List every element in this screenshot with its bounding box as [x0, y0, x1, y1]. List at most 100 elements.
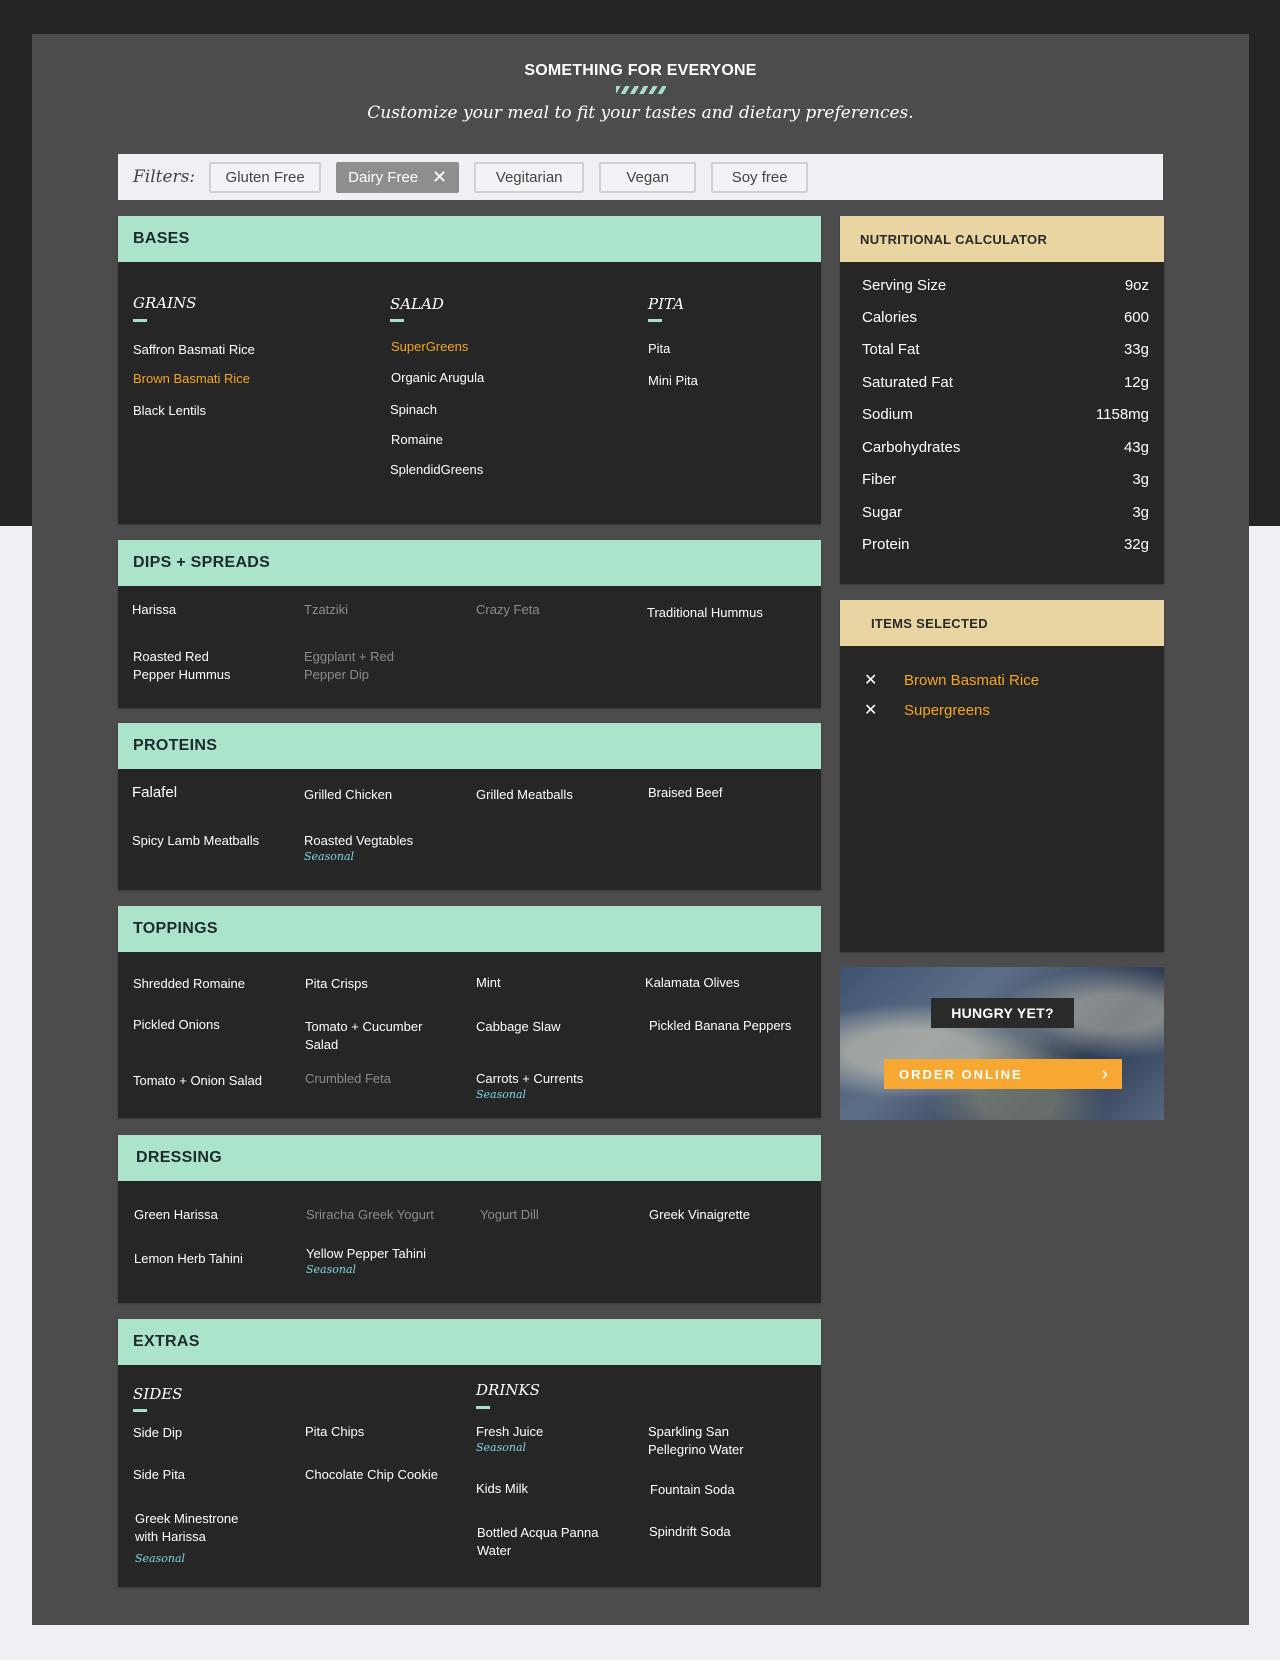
menu-item[interactable]: Pita Crisps: [305, 975, 368, 993]
section-title: DRESSING: [118, 1135, 821, 1181]
item-label: Yellow Pepper Tahini: [306, 1246, 426, 1261]
selected-item: ✕ Supergreens: [864, 700, 990, 720]
menu-item[interactable]: Grilled Meatballs: [476, 786, 573, 804]
menu-item[interactable]: Pita: [648, 340, 670, 358]
seasonal-tag: Seasonal: [306, 1263, 357, 1276]
hero-title: SOMETHING FOR EVERYONE: [524, 62, 757, 79]
menu-item[interactable]: Green Harissa: [134, 1206, 218, 1224]
menu-item[interactable]: Lemon Herb Tahini: [134, 1250, 243, 1268]
items-selected-panel: ITEMS SELECTED ✕ Brown Basmati Rice ✕ Su…: [840, 600, 1164, 952]
nutrition-row: Protein 32g: [862, 536, 1149, 553]
menu-item[interactable]: Pickled Banana Peppers: [649, 1017, 791, 1035]
column-title-sides: SIDES: [133, 1385, 183, 1403]
filter-label: Vegan: [626, 168, 669, 186]
section-proteins: PROTEINS Falafel Grilled Chicken Grilled…: [118, 723, 821, 890]
filter-soy-free[interactable]: Soy free: [711, 161, 809, 193]
column-dash: [133, 319, 147, 322]
remove-icon[interactable]: ✕: [864, 700, 904, 720]
menu-item[interactable]: Tomato + Onion Salad: [133, 1072, 262, 1090]
menu-item[interactable]: Harissa: [132, 601, 176, 619]
seasonal-tag: Seasonal: [304, 850, 355, 863]
filter-dairy-free[interactable]: Dairy Free ✕: [336, 161, 460, 193]
menu-item[interactable]: Yellow Pepper Tahini Seasonal: [306, 1245, 426, 1277]
nutrition-label: Total Fat: [862, 341, 920, 358]
section-dressing: DRESSING Green Harissa Sriracha Greek Yo…: [118, 1135, 821, 1303]
nutrition-label: Sodium: [862, 406, 913, 423]
nutrition-row: Calories 600: [862, 309, 1149, 326]
nutrition-row: Saturated Fat 12g: [862, 374, 1149, 391]
item-label: Greek Minestrone with Harissa: [135, 1511, 239, 1544]
filter-vegitarian[interactable]: Vegitarian: [474, 161, 585, 193]
menu-item[interactable]: Chocolate Chip Cookie: [305, 1466, 438, 1484]
menu-item[interactable]: Roasted Red Pepper Hummus: [133, 648, 248, 684]
item-label: Roasted Vegtables: [304, 833, 414, 848]
menu-item[interactable]: Braised Beef: [648, 784, 722, 802]
section-title: DIPS + SPREADS: [118, 540, 821, 586]
column-title-drinks: DRINKS: [476, 1381, 540, 1399]
menu-item[interactable]: Grilled Chicken: [304, 786, 392, 804]
menu-item[interactable]: Cabbage Slaw: [476, 1018, 561, 1036]
section-title: PROTEINS: [118, 723, 821, 769]
menu-item[interactable]: Kids Milk: [476, 1480, 528, 1498]
menu-item[interactable]: Romaine: [391, 431, 443, 449]
menu-item[interactable]: Mint: [476, 974, 501, 992]
filters-label: Filters:: [133, 167, 196, 187]
menu-item[interactable]: Greek Minestrone with Harissa Seasonal: [135, 1510, 260, 1566]
menu-item[interactable]: Kalamata Olives: [645, 974, 740, 992]
filter-gluten-free[interactable]: Gluten Free: [209, 161, 322, 193]
menu-item-selected[interactable]: SuperGreens: [391, 338, 468, 356]
close-icon[interactable]: ✕: [432, 168, 447, 186]
menu-item[interactable]: Bottled Acqua Panna Water: [477, 1524, 617, 1560]
menu-item-disabled: Crazy Feta: [476, 602, 540, 617]
menu-item[interactable]: Spinach: [390, 401, 437, 419]
menu-item[interactable]: Spindrift Soda: [649, 1523, 731, 1541]
hero-subtitle: Customize your meal to fit your tastes a…: [367, 103, 914, 123]
menu-item[interactable]: Traditional Hummus: [647, 604, 763, 622]
nutrition-value: 1158mg: [1095, 406, 1149, 423]
column-dash: [648, 319, 662, 322]
nutrition-label: Carbohydrates: [862, 439, 961, 456]
filter-label: Vegitarian: [495, 168, 563, 186]
menu-item[interactable]: Mini Pita: [648, 372, 698, 390]
menu-item[interactable]: Pickled Onions: [133, 1016, 220, 1034]
item-label: Carrots + Currents: [476, 1071, 584, 1086]
item-label: Fresh Juice: [476, 1424, 544, 1439]
menu-item[interactable]: Pita Chips: [305, 1423, 364, 1441]
menu-item[interactable]: Side Dip: [133, 1424, 182, 1442]
order-online-button[interactable]: ORDER ONLINE ›: [884, 1059, 1122, 1089]
menu-item[interactable]: Spicy Lamb Meatballs: [132, 832, 259, 850]
section-extras: EXTRAS SIDES Side Dip Pita Chips Side Pi…: [118, 1319, 821, 1587]
filter-vegan[interactable]: Vegan: [599, 161, 697, 193]
section-dips-spreads: DIPS + SPREADS Harissa Tzatziki Crazy Fe…: [118, 540, 821, 708]
hero-stripes-divider: [615, 86, 666, 94]
menu-item[interactable]: Side Pita: [133, 1466, 185, 1484]
menu-item[interactable]: Falafel: [132, 784, 177, 802]
menu-item-disabled: Sriracha Greek Yogurt: [306, 1207, 434, 1222]
menu-item[interactable]: Saffron Basmati Rice: [133, 341, 255, 359]
menu-item[interactable]: Shredded Romaine: [133, 975, 245, 993]
nutrition-value: 3g: [1132, 471, 1149, 488]
remove-icon[interactable]: ✕: [864, 670, 904, 690]
menu-item[interactable]: SplendidGreens: [390, 461, 483, 479]
hero: SOMETHING FOR EVERYONE Customize your me…: [32, 62, 1249, 123]
nutrition-row: Sugar 3g: [862, 504, 1149, 521]
menu-item[interactable]: Roasted Vegtables Seasonal: [304, 832, 413, 864]
menu-item[interactable]: Black Lentils: [133, 402, 206, 420]
menu-item[interactable]: Sparkling San Pellegrino Water: [648, 1423, 768, 1459]
column-dash: [133, 1409, 147, 1412]
menu-item[interactable]: Fountain Soda: [650, 1481, 735, 1499]
order-promo-banner: HUNGRY YET? ORDER ONLINE ›: [840, 967, 1164, 1120]
menu-item[interactable]: Tomato + Cucumber Salad: [305, 1018, 445, 1054]
menu-item-disabled: Crumbled Feta: [305, 1071, 391, 1086]
section-bases: BASES GRAINS Saffron Basmati Rice Brown …: [118, 216, 821, 524]
menu-item[interactable]: Carrots + Currents Seasonal: [476, 1070, 583, 1102]
menu-item[interactable]: Fresh Juice Seasonal: [476, 1423, 543, 1455]
menu-item[interactable]: Greek Vinaigrette: [649, 1206, 750, 1224]
filter-label: Gluten Free: [225, 168, 305, 186]
hungry-yet-label: HUNGRY YET?: [931, 998, 1074, 1028]
menu-item-disabled: Yogurt Dill: [480, 1207, 539, 1222]
menu-item-selected[interactable]: Brown Basmati Rice: [133, 370, 250, 388]
menu-item[interactable]: Organic Arugula: [391, 369, 484, 387]
nutrition-label: Saturated Fat: [862, 374, 953, 391]
nutrition-value: 600: [1123, 309, 1149, 326]
